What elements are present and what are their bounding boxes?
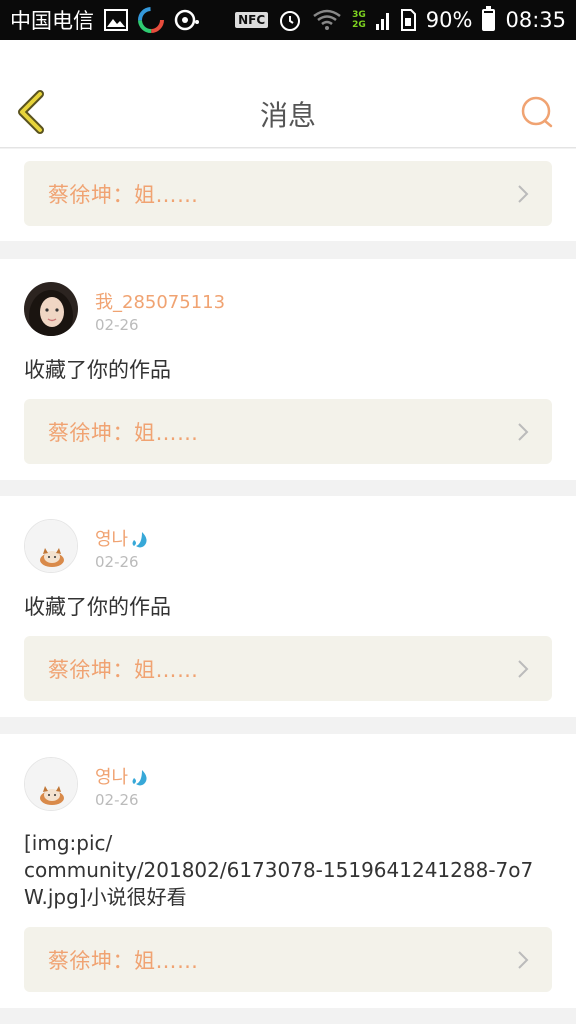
message-card: 영나 02-26 收藏了你的作品 蔡徐坤：姐…… — [0, 496, 576, 717]
status-bar: 中国电信 NFC 3G 2G 90% 08:35 — [0, 0, 576, 40]
network-type-indicator: 3G 2G — [352, 10, 366, 30]
nfc-icon: NFC — [235, 12, 269, 28]
page-title: 消息 — [259, 99, 316, 132]
message-text-line: community/201802/6173078-1519641241288-7… — [24, 858, 534, 882]
message-date: 02-26 — [95, 316, 139, 334]
quoted-work-text: 蔡徐坤：姐…… — [48, 182, 199, 207]
avatar[interactable] — [24, 519, 78, 573]
quoted-work-button[interactable]: 蔡徐坤：姐…… — [24, 399, 552, 464]
water-drop-icon — [132, 532, 147, 548]
message-card: 영나 02-26 [img:pic/ community/201802/6173… — [0, 734, 576, 1008]
username-text: 영나 — [95, 767, 129, 788]
message-date: 02-26 — [95, 553, 139, 571]
quoted-work-button[interactable]: 蔡徐坤：姐…… — [24, 161, 552, 226]
username[interactable]: 영나 — [95, 525, 150, 551]
quoted-work-text: 蔡徐坤：姐…… — [48, 657, 199, 682]
chevron-right-icon — [518, 184, 529, 203]
water-drop-icon — [132, 770, 147, 786]
gallery-icon — [104, 9, 128, 31]
message-date: 02-26 — [95, 791, 139, 809]
message-text: 收藏了你的作品 — [24, 595, 171, 619]
chevron-right-icon — [518, 422, 529, 441]
message-text-line: [img:pic/ — [24, 831, 113, 855]
media-icon — [174, 9, 200, 31]
message-card: 蔡徐坤：姐…… — [0, 149, 576, 241]
signal-icon — [375, 10, 390, 30]
clock: 08:35 — [505, 8, 566, 32]
username-text: 영나 — [95, 529, 129, 550]
alarm-icon — [278, 8, 302, 32]
message-text-line: W.jpg]小说很好看 — [24, 885, 187, 909]
chevron-right-icon — [518, 659, 529, 678]
app-notification-icon — [138, 7, 164, 33]
avatar[interactable] — [24, 757, 78, 811]
avatar[interactable] — [24, 282, 78, 336]
message-card: 我_285075113 02-26 收藏了你的作品 蔡徐坤：姐…… — [0, 259, 576, 480]
wifi-icon — [312, 9, 342, 31]
quoted-work-text: 蔡徐坤：姐…… — [48, 948, 199, 973]
app-header: 消息 — [0, 40, 576, 148]
username[interactable]: 我_285075113 — [95, 288, 225, 314]
sim-icon — [400, 9, 416, 31]
battery-icon — [482, 6, 496, 31]
chevron-right-icon — [518, 950, 529, 969]
carrier-label: 中国电信 — [10, 9, 94, 33]
quoted-work-button[interactable]: 蔡徐坤：姐…… — [24, 636, 552, 701]
username[interactable]: 영나 — [95, 763, 150, 789]
quoted-work-button[interactable]: 蔡徐坤：姐…… — [24, 927, 552, 992]
message-text: 收藏了你的作品 — [24, 358, 171, 382]
search-icon[interactable] — [520, 95, 554, 129]
quoted-work-text: 蔡徐坤：姐…… — [48, 420, 199, 445]
battery-percent: 90% — [425, 8, 473, 32]
message-text: [img:pic/ community/201802/6173078-15196… — [24, 830, 554, 911]
